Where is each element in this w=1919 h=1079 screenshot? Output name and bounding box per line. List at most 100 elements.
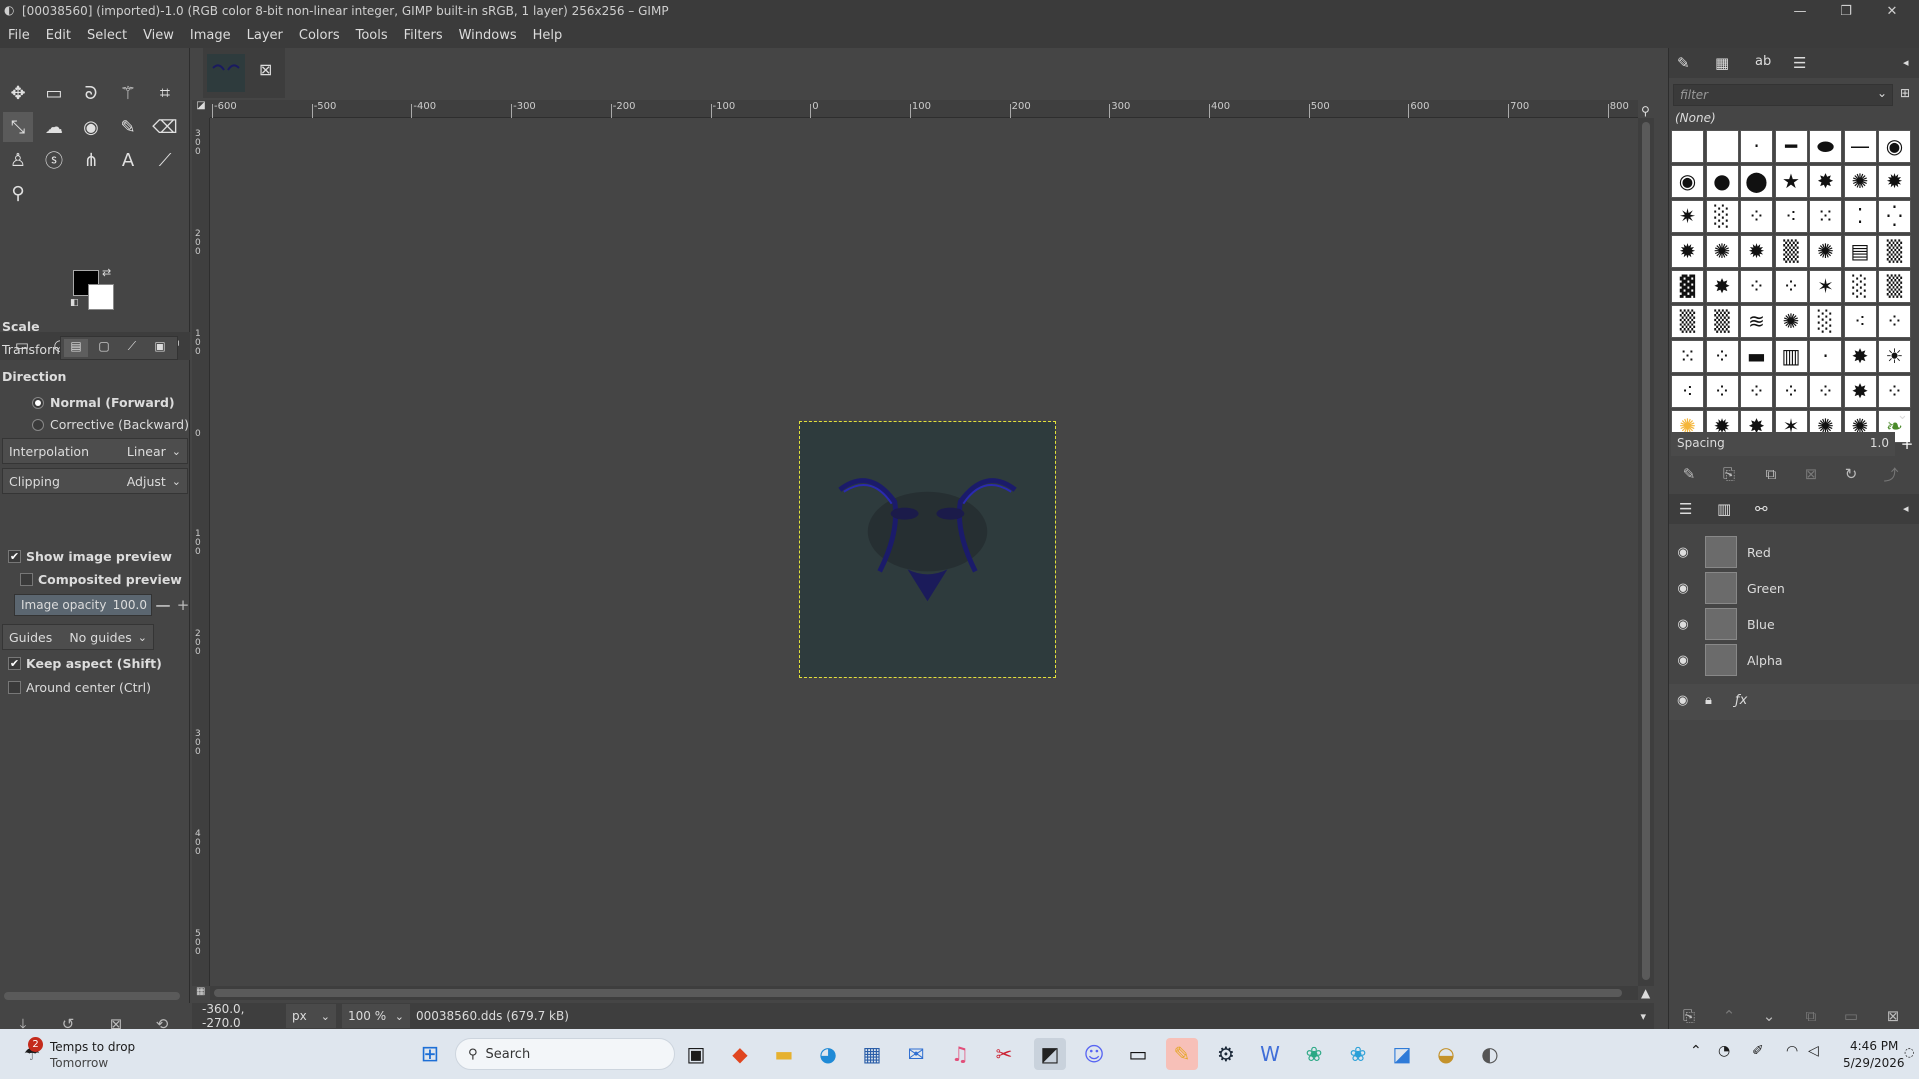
terminal-icon[interactable]: ▭ — [1122, 1038, 1154, 1070]
ruler-corner-icon[interactable]: ◪ — [192, 100, 210, 118]
quick-mask-icon[interactable]: ▦ — [196, 986, 205, 997]
channels-tab-icon[interactable]: ▥ — [1717, 500, 1731, 518]
brush-swatch[interactable]: ✷ — [1671, 200, 1704, 233]
fonts-tab-icon[interactable]: ab — [1755, 54, 1771, 69]
app-icon-1[interactable]: ❀ — [1298, 1038, 1330, 1070]
eye-icon[interactable]: ◉ — [1669, 545, 1697, 560]
increase-spacing-button[interactable]: + — [1895, 432, 1919, 456]
eye-icon[interactable]: ◉ — [1669, 581, 1697, 596]
pen-icon[interactable]: ✐ — [1752, 1043, 1764, 1059]
image-opacity-slider[interactable]: Image opacity 100.0 — [14, 594, 152, 616]
swap-colors-icon[interactable]: ⇄ — [102, 266, 111, 279]
brush-swatch[interactable] — [1671, 130, 1704, 163]
new-layer-icon[interactable]: ⎘ — [1677, 1004, 1701, 1028]
eraser-tool-icon[interactable]: ⌫ — [150, 112, 180, 142]
brush-swatch[interactable]: ◉ — [1878, 130, 1911, 163]
start-icon[interactable]: ⊞ — [414, 1038, 446, 1070]
steam-icon[interactable]: ⚙ — [1210, 1038, 1242, 1070]
direction-normal-radio[interactable] — [32, 397, 44, 409]
brush-swatch[interactable]: ⁘ — [1774, 375, 1808, 408]
brush-swatch[interactable]: ⁘ — [1705, 340, 1739, 373]
menu-edit[interactable]: Edit — [38, 28, 79, 43]
minimize-button[interactable]: — — [1777, 0, 1823, 22]
brush-swatch[interactable]: ░ — [1843, 270, 1877, 303]
tool-app-icon[interactable]: ✂ — [988, 1038, 1020, 1070]
pointer-menu-icon[interactable]: ▾ — [1640, 1010, 1646, 1023]
unit-dropdown[interactable]: px ⌄ — [286, 1004, 336, 1028]
brush-swatch[interactable]: ✸ — [1843, 340, 1877, 373]
brush-swatch[interactable]: ✺ — [1705, 235, 1739, 268]
document-history-tab-icon[interactable]: ☰ — [1793, 54, 1806, 72]
brushes-tab-icon[interactable]: ✎ — [1677, 54, 1690, 72]
brush-swatch[interactable]: ⁘ — [1809, 375, 1842, 408]
edit-brush-icon[interactable]: ✎ — [1677, 462, 1701, 486]
patterns-tab-icon[interactable]: ▦ — [1715, 54, 1729, 72]
around-center-checkbox[interactable] — [8, 681, 21, 694]
brush-swatch[interactable]: ▒ — [1705, 305, 1739, 338]
menu-filters[interactable]: Filters — [396, 28, 451, 43]
close-button[interactable]: ✕ — [1869, 0, 1915, 22]
brush-filter-input[interactable]: filter — [1673, 84, 1893, 106]
sticky-app-icon[interactable]: ◩ — [1034, 1038, 1066, 1070]
brush-swatch[interactable]: ⁘ — [1740, 200, 1773, 233]
navigate-icon[interactable]: ▲ — [1641, 986, 1650, 1000]
brush-swatch[interactable]: ▬ — [1740, 340, 1773, 373]
keep-aspect-checkbox[interactable]: ✔ — [8, 657, 21, 670]
brush-swatch[interactable]: ⬤ — [1740, 165, 1773, 198]
brush-swatch[interactable]: ⁙ — [1809, 200, 1842, 233]
brush-swatch[interactable]: ░ — [1705, 200, 1739, 233]
paintbrush-tool-icon[interactable]: ✎ — [113, 112, 143, 142]
brush-swatch[interactable]: ⁖ — [1671, 375, 1704, 408]
export-brush-icon[interactable]: ⤴ — [1879, 462, 1903, 486]
brush-swatch[interactable]: ✸ — [1705, 270, 1739, 303]
paths-tab-icon[interactable]: ⚯ — [1755, 500, 1768, 518]
brush-swatch[interactable]: ░ — [1809, 305, 1842, 338]
paths-tool-icon[interactable]: ⋔ — [76, 145, 106, 175]
brush-swatch[interactable]: · — [1740, 130, 1773, 163]
brush-swatch[interactable]: ✹ — [1740, 235, 1773, 268]
interpolation-dropdown[interactable]: Interpolation Linear ⌄ — [2, 438, 188, 464]
brave-icon[interactable]: ◆ — [724, 1038, 756, 1070]
menu-colors[interactable]: Colors — [291, 28, 348, 43]
raise-layer-icon[interactable]: ⌃ — [1717, 1004, 1741, 1028]
show-preview-checkbox[interactable]: ✔ — [8, 550, 21, 563]
horizontal-scrollbar[interactable] — [210, 986, 1638, 1000]
brush-swatch[interactable]: ★ — [1774, 165, 1808, 198]
photos-icon[interactable]: ◪ — [1386, 1038, 1418, 1070]
vertical-scroll-thumb[interactable] — [1642, 122, 1650, 980]
duplicate-layer-icon[interactable]: ⧉ — [1799, 1004, 1823, 1028]
delete-layer-icon[interactable]: ⊠ — [1881, 1004, 1905, 1028]
maximize-button[interactable]: ❐ — [1823, 0, 1869, 22]
eye-icon[interactable]: ◉ — [1669, 617, 1697, 632]
brush-swatch[interactable]: ✸ — [1809, 165, 1842, 198]
channel-row-blue[interactable]: ◉ Blue — [1669, 606, 1919, 642]
transform-image-icon[interactable]: ▣ — [148, 339, 172, 357]
mail-icon[interactable]: ✉ — [900, 1038, 932, 1070]
vertical-ruler[interactable]: 300 200 100 0 100 200 300 400 500 — [192, 118, 210, 986]
duplicate-brush-icon[interactable]: ⧉ — [1759, 462, 1783, 486]
transform-path-icon[interactable]: ⟋ — [120, 339, 144, 357]
background-color-swatch[interactable] — [88, 284, 114, 310]
zoom-tool-icon[interactable]: ⚲ — [3, 178, 33, 208]
refresh-brushes-icon[interactable]: ↻ — [1839, 462, 1863, 486]
layer-row[interactable]: ◉ 🔒︎ ƒx — [1669, 684, 1919, 720]
horizontal-ruler[interactable]: -600 -500 -400 -300 -200 -100 0 100 200 300 400 500… — [210, 100, 1638, 118]
brush-swatch[interactable]: ⁘ — [1705, 375, 1739, 408]
taskbar-date[interactable]: 5/29/2026 — [1843, 1056, 1905, 1070]
menu-select[interactable]: Select — [79, 28, 135, 43]
tab-menu-icon[interactable]: ◂ — [1903, 56, 1909, 69]
brush-swatch[interactable]: ⁘ — [1740, 375, 1773, 408]
menu-layer[interactable]: Layer — [239, 28, 291, 43]
toolbox-scrollbar[interactable] — [4, 992, 180, 1000]
app-icon-3[interactable]: ◒ — [1430, 1038, 1462, 1070]
lower-layer-icon[interactable]: ⌄ — [1757, 1004, 1781, 1028]
brush-swatch[interactable]: ⬬ — [1809, 130, 1842, 163]
eye-icon[interactable]: ◉ — [1669, 653, 1697, 668]
canvas-area[interactable] — [210, 118, 1638, 986]
brush-swatch[interactable]: ⁘ — [1774, 270, 1808, 303]
scale-tool-icon[interactable]: ⤡ — [3, 112, 33, 142]
task-view-icon[interactable]: ▣ — [680, 1038, 712, 1070]
brush-swatch[interactable]: ● — [1705, 165, 1739, 198]
brush-swatch[interactable]: ▓ — [1671, 270, 1704, 303]
tag-icon[interactable]: ⊞ — [1900, 86, 1910, 100]
